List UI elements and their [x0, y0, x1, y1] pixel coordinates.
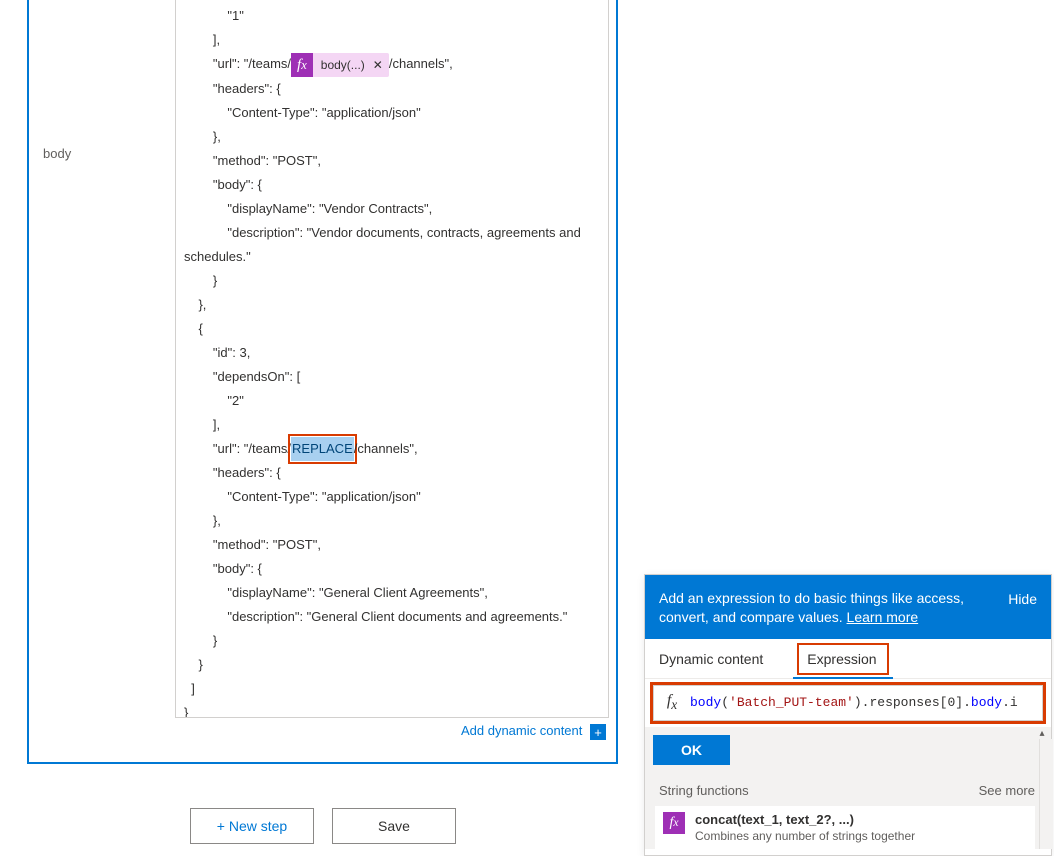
panel-intro: Add an expression to do basic things lik…: [659, 590, 964, 625]
paren-open: (: [721, 695, 729, 710]
hide-link[interactable]: Hide: [1008, 589, 1037, 607]
function-category-header: String functions See more: [645, 775, 1045, 804]
replace-highlight[interactable]: REPLACE: [291, 437, 354, 461]
body-editor[interactable]: "1" ], "url": "/teams/fxbody(...)✕/chann…: [175, 0, 609, 718]
tab-dynamic-content[interactable]: Dynamic content: [645, 639, 793, 678]
formula-rest: ).responses[0].: [854, 695, 971, 710]
function-desc: Combines any number of strings together: [695, 829, 915, 843]
formula-str: 'Batch_PUT-team': [729, 695, 854, 710]
fx-icon: fx: [654, 692, 690, 713]
learn-more-link[interactable]: Learn more: [847, 609, 919, 625]
formula-tail: .i: [1002, 695, 1018, 710]
tab-expression[interactable]: Expression: [793, 639, 892, 679]
function-concat[interactable]: fx concat(text_1, text_2?, ...) Combines…: [655, 806, 1035, 849]
string-functions-label: String functions: [659, 783, 749, 798]
add-dynamic-content-link[interactable]: Add dynamic content +: [461, 723, 606, 741]
function-title: concat(text_1, text_2?, ...): [695, 812, 915, 827]
functions-list: String functions See more fx concat(text…: [645, 775, 1051, 849]
expression-input[interactable]: fx body('Batch_PUT-team').responses[0].b…: [653, 685, 1043, 721]
expression-formula: body('Batch_PUT-team').responses[0].body…: [690, 695, 1018, 710]
step-buttons: + New step Save: [190, 808, 456, 844]
panel-header: Add an expression to do basic things lik…: [645, 575, 1051, 639]
token-remove-icon[interactable]: ✕: [373, 53, 389, 77]
ok-button[interactable]: OK: [653, 735, 730, 765]
expression-panel: Add an expression to do basic things lik…: [644, 574, 1052, 856]
token-label: body(...): [313, 53, 373, 77]
kw-body2: body: [971, 695, 1002, 710]
ok-bar: OK ▴: [645, 727, 1051, 775]
action-card: body "1" ], "url": "/teams/fxbody(...)✕/…: [27, 0, 618, 764]
new-step-button[interactable]: + New step: [190, 808, 314, 844]
save-button[interactable]: Save: [332, 808, 456, 844]
scrollbar-track[interactable]: [1039, 739, 1053, 849]
expression-input-wrap: fx body('Batch_PUT-team').responses[0].b…: [653, 685, 1043, 721]
plus-icon: +: [590, 724, 606, 740]
fx-icon: fx: [663, 812, 685, 834]
add-dynamic-content-label: Add dynamic content: [461, 723, 582, 738]
see-more-link[interactable]: See more: [979, 783, 1035, 798]
panel-tabs: Dynamic content Expression: [645, 639, 1051, 679]
body-field-label: body: [43, 146, 71, 161]
fx-icon: fx: [291, 53, 313, 77]
expression-token[interactable]: fxbody(...)✕: [291, 53, 389, 77]
panel-intro-text: Add an expression to do basic things lik…: [659, 589, 1008, 627]
kw-body: body: [690, 695, 721, 710]
